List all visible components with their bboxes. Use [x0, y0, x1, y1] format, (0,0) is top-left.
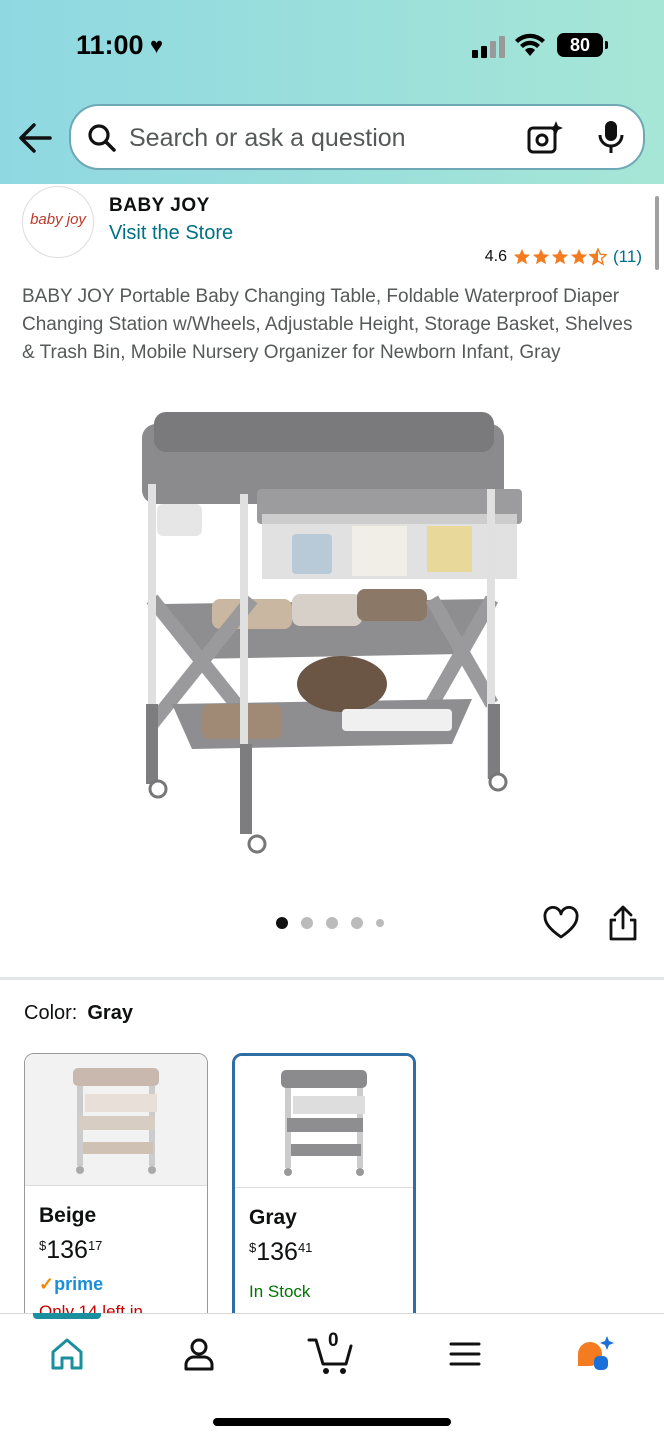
share-icon[interactable]: [607, 904, 639, 942]
search-input[interactable]: [129, 116, 519, 160]
cart-button[interactable]: 0: [306, 1328, 356, 1378]
camera-search-icon[interactable]: [527, 120, 563, 156]
star-icon: [513, 248, 531, 265]
prime-badge: ✓prime: [39, 1274, 104, 1294]
visit-store-link[interactable]: Visit the Store: [109, 222, 233, 245]
product-image[interactable]: [132, 404, 532, 864]
variant-card-beige[interactable]: Beige $13617 ✓prime Only 14 left in: [24, 1053, 208, 1353]
carousel-dot[interactable]: [351, 917, 363, 929]
cart-count: 0: [328, 1330, 339, 1351]
variant-card-gray[interactable]: Gray $13641 In Stock: [232, 1053, 416, 1353]
search-bar[interactable]: [69, 104, 645, 170]
variant-image-beige: [73, 1068, 159, 1174]
section-divider: [0, 977, 664, 980]
image-carousel-dots[interactable]: [276, 917, 384, 929]
stock-status: In Stock: [249, 1282, 311, 1301]
variant-thumbnail: [235, 1056, 413, 1188]
home-icon[interactable]: [47, 1334, 87, 1374]
variant-name: Gray: [249, 1206, 297, 1229]
scrollbar[interactable]: [655, 196, 659, 270]
carousel-dot[interactable]: [326, 917, 338, 929]
variant-price: $13641: [249, 1238, 313, 1266]
status-bar: 11:00 ♥ 80: [0, 0, 664, 92]
variant-thumbnail: [25, 1054, 207, 1186]
selected-color: Gray: [87, 1002, 133, 1024]
rating-row[interactable]: 4.6 (11): [485, 246, 642, 268]
product-title: BABY JOY Portable Baby Changing Table, F…: [22, 286, 633, 363]
variant-image-gray: [281, 1070, 367, 1176]
home-indicator: [213, 1418, 451, 1426]
half-star-icon: [589, 248, 608, 266]
microphone-icon[interactable]: [597, 119, 625, 155]
rating-value: 4.6: [484, 248, 508, 265]
focus-heart-icon: ♥: [150, 33, 164, 58]
carousel-dot[interactable]: [276, 917, 288, 929]
brand-name: BABY JOY: [109, 195, 210, 216]
wifi-icon: [515, 33, 545, 56]
star-icon: [551, 248, 569, 265]
bottom-navigation: 0: [0, 1313, 664, 1440]
account-icon[interactable]: [179, 1334, 219, 1374]
color-selector-label: Color: Gray: [24, 1002, 133, 1025]
star-rating: [513, 248, 608, 266]
top-header: 11:00 ♥ 80: [0, 0, 664, 184]
heart-icon[interactable]: [543, 906, 579, 942]
menu-icon[interactable]: [445, 1334, 485, 1374]
color-label: Color:: [24, 1002, 78, 1024]
carousel-dot[interactable]: [376, 919, 384, 927]
rufus-icon[interactable]: [574, 1334, 614, 1374]
rating-count-link[interactable]: (11): [613, 247, 642, 267]
back-arrow-icon[interactable]: [18, 120, 52, 156]
cellular-signal-icon: [472, 36, 505, 58]
variant-price: $13617: [39, 1236, 103, 1264]
star-icon: [570, 248, 588, 265]
active-tab-indicator: [33, 1313, 101, 1319]
battery-icon: 80: [557, 33, 608, 57]
clock: 11:00: [76, 30, 144, 60]
carousel-dot[interactable]: [301, 917, 313, 929]
star-icon: [532, 248, 550, 265]
store-logo[interactable]: baby joy: [22, 186, 94, 258]
search-icon: [88, 124, 116, 152]
variant-name: Beige: [39, 1204, 97, 1227]
